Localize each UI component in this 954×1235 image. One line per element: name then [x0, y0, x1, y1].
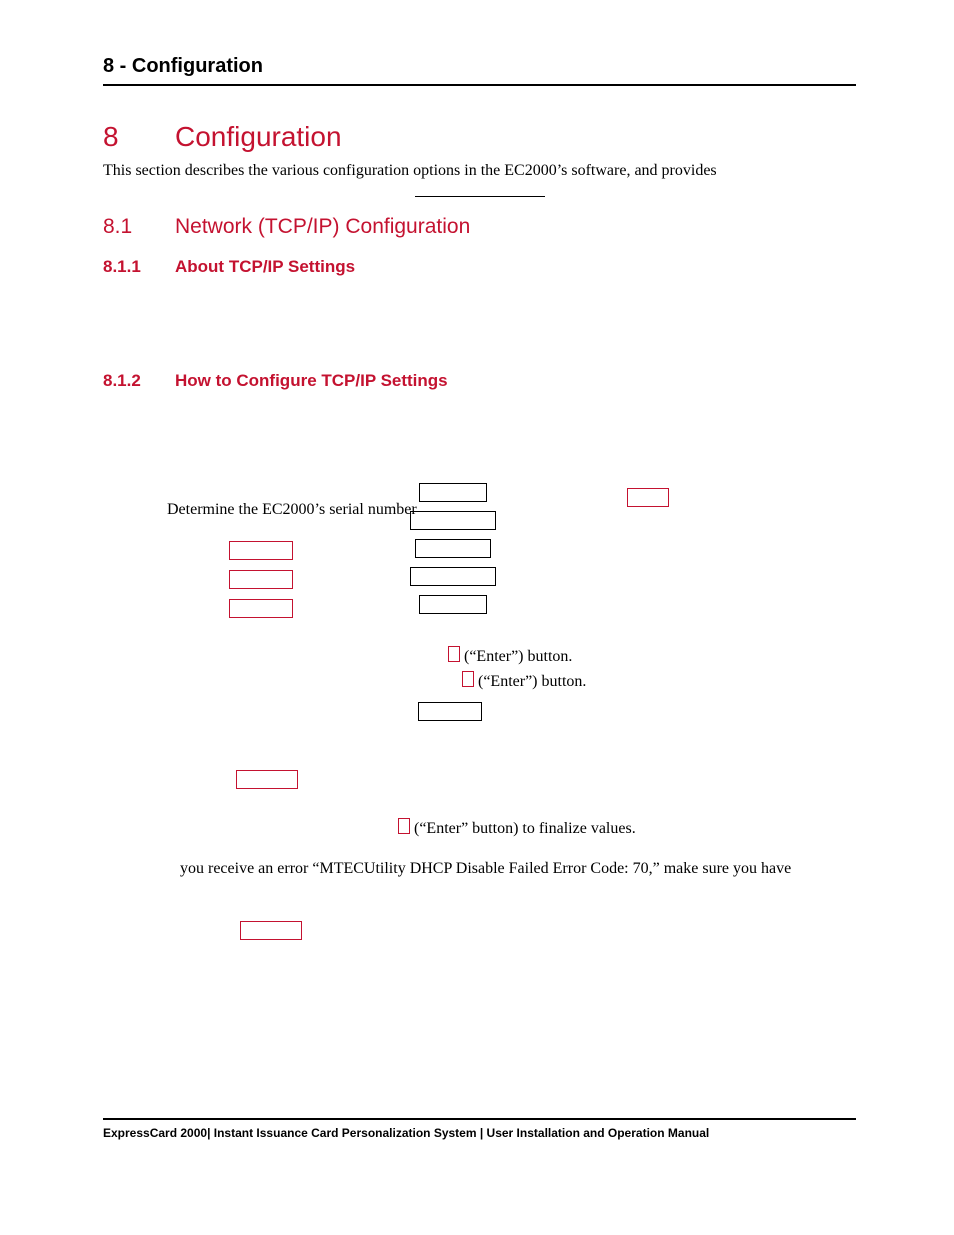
- placeholder-box: [410, 511, 496, 530]
- below-enter-box: [418, 702, 482, 725]
- placeholder-box: [419, 595, 487, 614]
- center-box-stack: [410, 483, 496, 614]
- heading-2: 8.1 Network (TCP/IP) Configuration: [103, 215, 856, 239]
- step-text: Determine the EC2000’s serial number: [167, 501, 856, 519]
- heading-2-number: 8.1: [103, 215, 175, 239]
- intro-paragraph: This section describes the various confi…: [103, 161, 856, 182]
- heading-1-number: 8: [103, 122, 175, 153]
- placeholder-box: [627, 488, 669, 507]
- placeholder-box-small: [398, 818, 410, 834]
- heading-3a-number: 8.1.1: [103, 257, 175, 277]
- error-line: you receive an error “MTECUtility DHCP D…: [180, 860, 856, 878]
- placeholder-box: [415, 539, 491, 558]
- heading-2-title: Network (TCP/IP) Configuration: [175, 215, 470, 239]
- placeholder-box: [240, 921, 302, 940]
- placeholder-box: [236, 770, 298, 789]
- placeholder-box: [418, 702, 482, 721]
- finalize-text: (“Enter” button) to finalize values.: [414, 820, 636, 837]
- horizontal-rule: [415, 196, 545, 197]
- heading-3a-title: About TCP/IP Settings: [175, 257, 355, 277]
- placeholder-box: [229, 541, 293, 560]
- heading-3b-title: How to Configure TCP/IP Settings: [175, 371, 448, 391]
- enter-text: (“Enter”) button.: [464, 648, 572, 665]
- red-box-column: [229, 541, 856, 618]
- placeholder-box: [419, 483, 487, 502]
- right-red-box: [627, 488, 669, 511]
- enter-button-lines: (“Enter”) button. (“Enter”) button.: [448, 645, 586, 695]
- placeholder-box-small: [462, 671, 474, 687]
- heading-3b-number: 8.1.2: [103, 371, 175, 391]
- page-footer: ExpressCard 2000| Instant Issuance Card …: [103, 1118, 856, 1140]
- heading-3a: 8.1.1 About TCP/IP Settings: [103, 257, 856, 277]
- heading-1: 8 Configuration: [103, 122, 856, 153]
- red-box-solo: [236, 770, 298, 793]
- placeholder-box: [229, 570, 293, 589]
- finalize-line: (“Enter” button) to finalize values.: [398, 818, 636, 838]
- heading-1-title: Configuration: [175, 122, 342, 153]
- running-header: 8 - Configuration: [103, 55, 856, 86]
- enter-text: (“Enter”) button.: [478, 673, 586, 690]
- red-box-solo: [240, 921, 302, 944]
- placeholder-box: [410, 567, 496, 586]
- placeholder-box-small: [448, 646, 460, 662]
- placeholder-box: [229, 599, 293, 618]
- heading-3b: 8.1.2 How to Configure TCP/IP Settings: [103, 371, 856, 391]
